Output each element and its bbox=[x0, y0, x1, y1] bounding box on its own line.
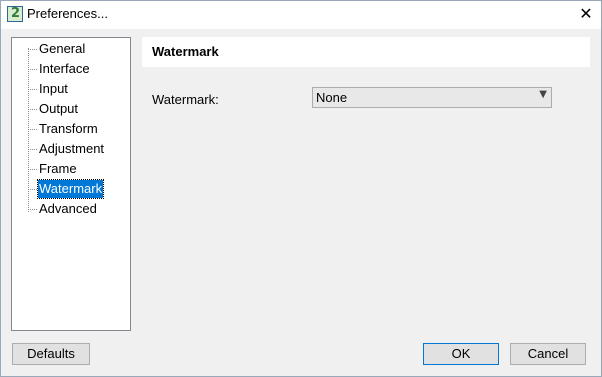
defaults-button[interactable]: Defaults bbox=[12, 343, 90, 365]
tree-item-label: Output bbox=[39, 101, 79, 116]
tree-connector-line bbox=[28, 48, 29, 212]
tree-item-label: Frame bbox=[39, 161, 77, 176]
settings-panel: Watermark Watermark: None ▼ bbox=[142, 37, 590, 331]
watermark-label: Watermark: bbox=[152, 92, 219, 107]
cancel-button[interactable]: Cancel bbox=[510, 343, 586, 365]
tree-item-label-selected: Watermark bbox=[36, 179, 105, 199]
tree-item-label: Adjustment bbox=[39, 141, 105, 156]
tree-item-label: Interface bbox=[39, 61, 90, 76]
panel-header: Watermark bbox=[142, 37, 590, 67]
tree-item-label: Advanced bbox=[39, 201, 97, 216]
watermark-select-value: None bbox=[316, 90, 348, 105]
preferences-window: 2 Preferences... ✕ General Interface Inp… bbox=[0, 0, 602, 377]
tree-item-label: Input bbox=[39, 81, 68, 96]
panel-title: Watermark bbox=[152, 44, 219, 59]
close-icon[interactable]: ✕ bbox=[573, 3, 599, 25]
tree-item-label: General bbox=[39, 41, 86, 56]
settings-tree: General Interface Input Output Transform… bbox=[11, 37, 131, 331]
title-bar: 2 Preferences... ✕ bbox=[1, 1, 601, 29]
ok-button[interactable]: OK bbox=[423, 343, 499, 365]
chevron-down-icon: ▼ bbox=[539, 89, 547, 100]
tree-item-label: Transform bbox=[39, 121, 98, 136]
app-icon-glyph: 2 bbox=[11, 6, 21, 21]
watermark-select[interactable]: None ▼ bbox=[312, 87, 552, 108]
app-icon: 2 bbox=[7, 6, 23, 22]
window-title: Preferences... bbox=[27, 6, 108, 21]
